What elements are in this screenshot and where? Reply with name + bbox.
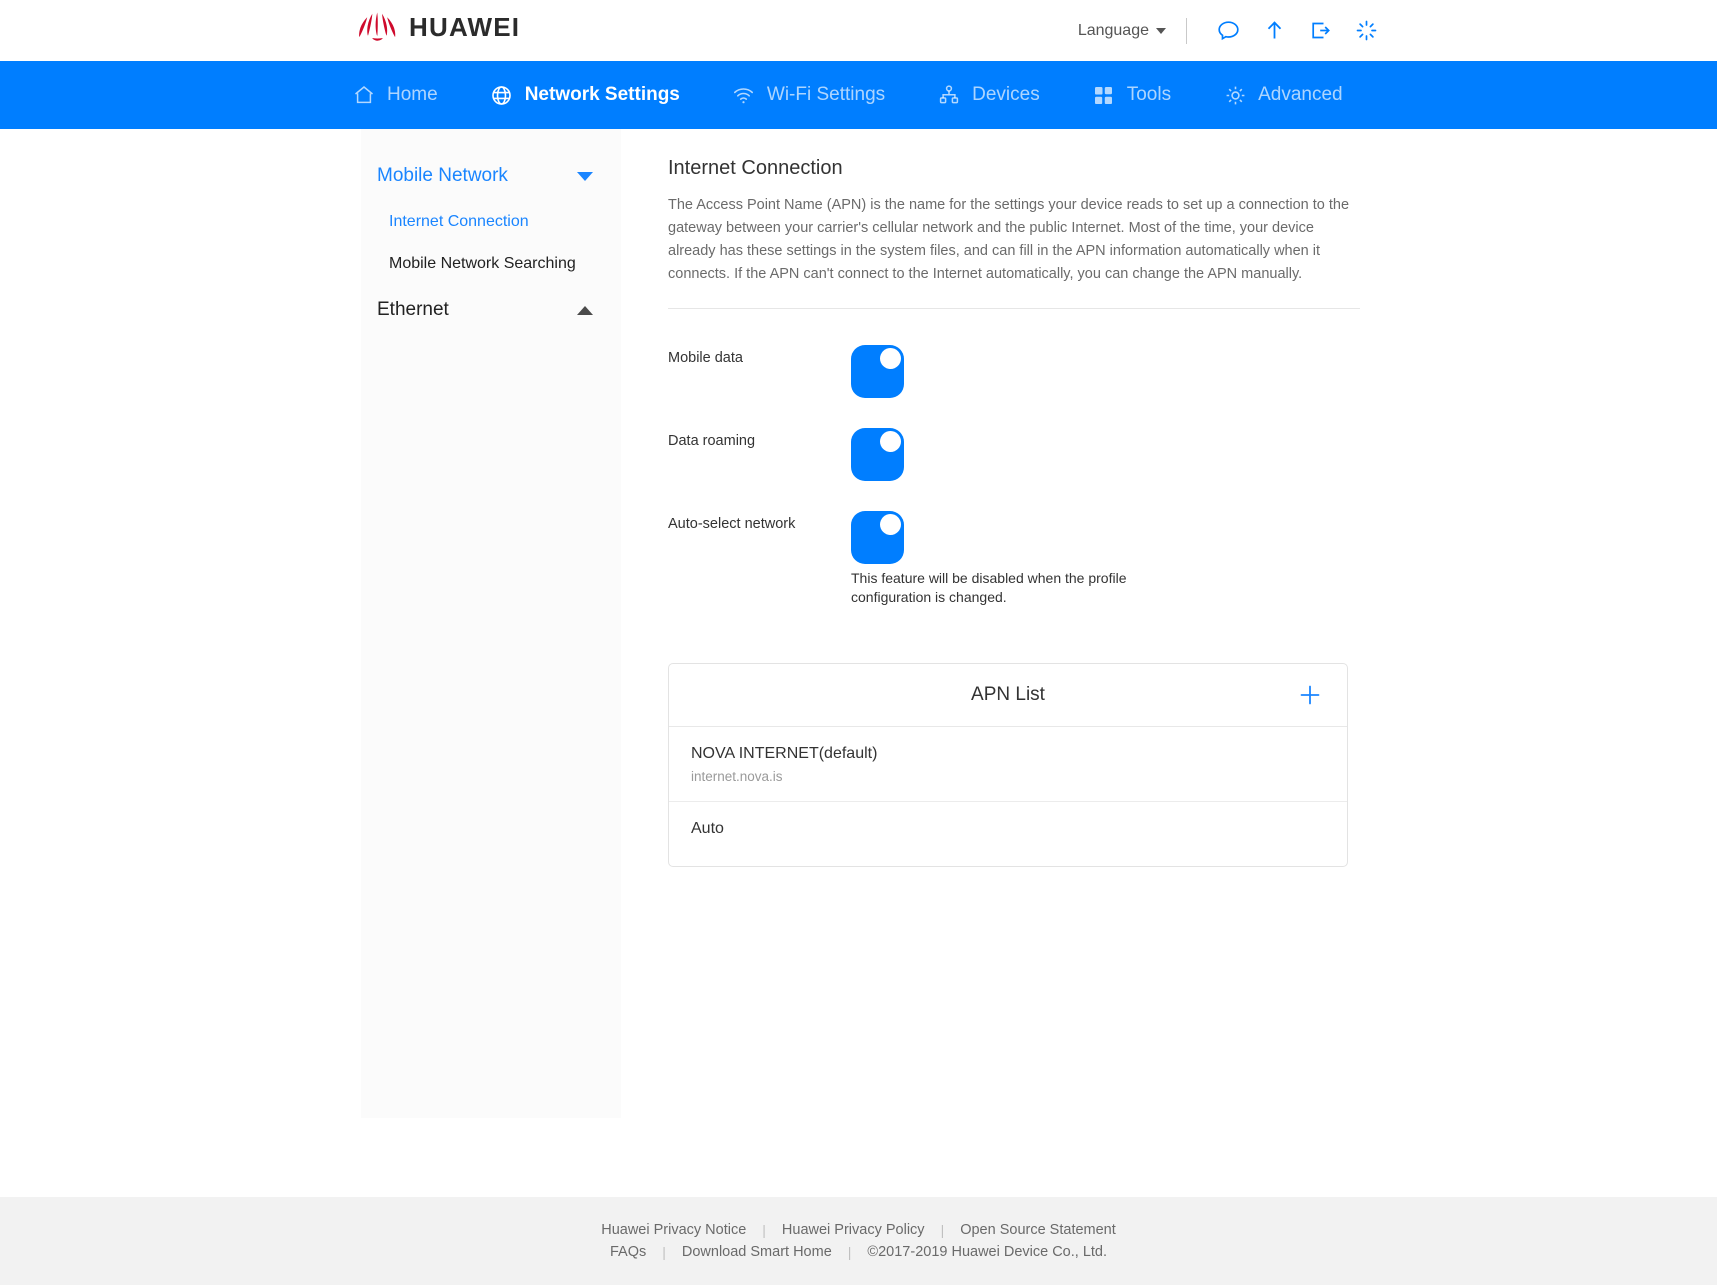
footer-link-faqs[interactable]: FAQs xyxy=(594,1244,662,1260)
sidebar-item-label: Mobile Network Searching xyxy=(389,255,576,272)
sitemap-icon xyxy=(937,83,961,107)
nav-label: Network Settings xyxy=(524,84,680,105)
nav-item-home[interactable]: Home xyxy=(352,61,438,129)
footer-link-download-smart-home[interactable]: Download Smart Home xyxy=(666,1244,848,1260)
language-label: Language xyxy=(1077,21,1149,39)
apn-name: Auto xyxy=(691,820,724,837)
page-footer: Huawei Privacy Notice | Huawei Privacy P… xyxy=(0,1197,1717,1285)
chevron-up-icon xyxy=(577,305,593,315)
top-bar-actions: Language xyxy=(1072,0,1389,61)
huawei-logo: HUAWEI xyxy=(358,11,520,43)
apn-list-title: APN List xyxy=(971,684,1045,705)
setting-label: Mobile data xyxy=(668,350,743,366)
nav-item-advanced[interactable]: Advanced xyxy=(1223,61,1343,129)
apn-list-item[interactable]: Auto xyxy=(669,802,1347,866)
nav-label: Devices xyxy=(972,84,1040,105)
setting-row-mobile-data: Mobile data xyxy=(668,345,1360,398)
toggle-knob xyxy=(880,431,901,452)
nav-label: Wi-Fi Settings xyxy=(766,84,886,105)
logout-icon[interactable] xyxy=(1297,11,1343,51)
nav-item-devices[interactable]: Devices xyxy=(937,61,1040,129)
chevron-down-icon xyxy=(577,171,593,181)
apn-list-header: APN List xyxy=(669,664,1347,727)
chat-bubble-icon[interactable] xyxy=(1205,11,1251,51)
chevron-down-icon xyxy=(1156,27,1166,34)
top-bar: HUAWEI Language xyxy=(0,0,1717,61)
sidebar-group-mobile-network[interactable]: Mobile Network xyxy=(361,151,621,201)
sidebar-group-ethernet[interactable]: Ethernet xyxy=(361,285,621,335)
gear-icon xyxy=(1223,83,1247,107)
settings-toggles: Mobile data Data roaming Auto-select net… xyxy=(668,309,1360,607)
setting-label: Data roaming xyxy=(668,433,756,449)
apn-name: NOVA INTERNET(default) xyxy=(691,745,878,762)
sidebar-item-label: Internet Connection xyxy=(389,213,529,230)
sidebar-group-label: Ethernet xyxy=(377,299,449,320)
page-title: Internet Connection xyxy=(668,157,843,179)
nav-item-tools[interactable]: Tools xyxy=(1092,61,1171,129)
setting-row-data-roaming: Data roaming xyxy=(668,428,1360,481)
nav-label: Tools xyxy=(1126,84,1172,105)
grid-icon xyxy=(1092,83,1116,107)
footer-row-secondary: FAQs | Download Smart Home | ©2017-2019 … xyxy=(594,1244,1123,1260)
divider xyxy=(1186,17,1187,44)
nav-item-wifi-settings[interactable]: Wi-Fi Settings xyxy=(732,61,885,129)
nav-label: Home xyxy=(387,84,438,105)
sidebar: Mobile Network Internet Connection Mobil… xyxy=(361,129,621,1118)
setting-hint: This feature will be disabled when the p… xyxy=(851,570,1127,605)
huawei-flower-icon xyxy=(358,11,398,43)
main-content: Internet Connection The Access Point Nam… xyxy=(668,129,1360,867)
apn-list-card: APN List NOVA INTERNET(default) internet… xyxy=(668,663,1348,867)
refresh-spinner-icon[interactable] xyxy=(1343,11,1389,51)
footer-link-open-source[interactable]: Open Source Statement xyxy=(944,1222,1132,1238)
footer-link-privacy-policy[interactable]: Huawei Privacy Policy xyxy=(766,1222,941,1238)
footer-row-primary: Huawei Privacy Notice | Huawei Privacy P… xyxy=(585,1222,1132,1238)
footer-copyright: ©2017-2019 Huawei Device Co., Ltd. xyxy=(867,1244,1108,1260)
upload-arrow-icon[interactable] xyxy=(1251,11,1297,51)
home-icon xyxy=(352,83,376,107)
router-admin-page: HUAWEI Language Home Network Settings Wi… xyxy=(0,0,1717,1285)
data-roaming-toggle[interactable] xyxy=(851,428,904,481)
sidebar-item-mobile-network-searching[interactable]: Mobile Network Searching xyxy=(361,243,621,285)
language-selector[interactable]: Language xyxy=(1072,18,1172,44)
main-navigation: Home Network Settings Wi-Fi Settings Dev… xyxy=(0,61,1717,129)
footer-link-privacy-notice[interactable]: Huawei Privacy Notice xyxy=(585,1222,762,1238)
wifi-icon xyxy=(732,83,756,107)
setting-row-auto-select-network: Auto-select network This feature will be… xyxy=(668,511,1360,607)
page-body: Mobile Network Internet Connection Mobil… xyxy=(0,129,1717,1197)
sidebar-group-label: Mobile Network xyxy=(377,165,508,186)
apn-list-item[interactable]: NOVA INTERNET(default) internet.nova.is xyxy=(669,727,1347,802)
globe-icon xyxy=(490,83,514,107)
sidebar-item-internet-connection[interactable]: Internet Connection xyxy=(361,201,621,243)
toggle-knob xyxy=(880,514,901,535)
apn-address: internet.nova.is xyxy=(691,769,783,784)
page-description: The Access Point Name (APN) is the name … xyxy=(668,194,1360,309)
nav-label: Advanced xyxy=(1258,84,1343,105)
toggle-knob xyxy=(880,348,901,369)
nav-item-network-settings[interactable]: Network Settings xyxy=(490,61,680,129)
auto-select-network-toggle[interactable] xyxy=(851,511,904,564)
setting-label: Auto-select network xyxy=(668,516,796,532)
mobile-data-toggle[interactable] xyxy=(851,345,904,398)
add-apn-button[interactable] xyxy=(1295,680,1325,710)
brand-name: HUAWEI xyxy=(409,12,521,42)
